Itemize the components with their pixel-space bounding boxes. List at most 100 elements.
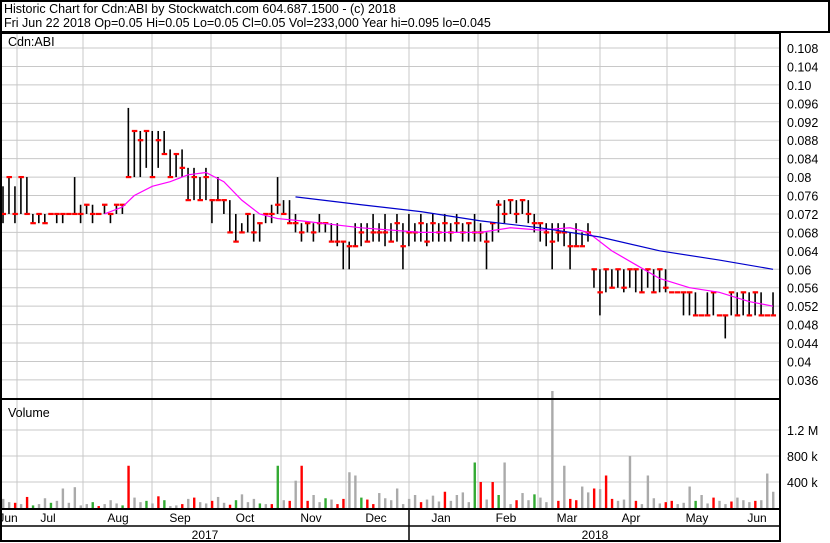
volume-bar xyxy=(246,502,250,508)
volume-bar xyxy=(43,498,47,508)
price-tick-label: 0.084 xyxy=(787,153,818,167)
volume-bar xyxy=(449,500,453,508)
volume-bar xyxy=(527,500,530,508)
volume-bar xyxy=(79,505,82,508)
volume-bar xyxy=(336,504,339,508)
volume-bar xyxy=(443,491,447,508)
price-tick-label: 0.064 xyxy=(787,245,818,259)
volume-bar xyxy=(91,502,94,508)
volume-bar xyxy=(61,488,65,508)
volume-bar xyxy=(736,497,739,508)
volume-bar xyxy=(646,475,650,508)
volume-bar xyxy=(175,505,178,508)
volume-bar xyxy=(198,502,202,508)
volume-bar xyxy=(318,502,321,508)
volume-bar xyxy=(276,465,279,508)
volume-bar xyxy=(497,495,500,508)
price-tick-label: 0.088 xyxy=(787,134,818,148)
volume-bar xyxy=(240,494,244,508)
stock-chart-page: Historic Chart for Cdn:ABI by Stockwatch… xyxy=(0,0,830,543)
volume-bar xyxy=(288,500,291,508)
volume-bar xyxy=(19,504,23,508)
volume-bar xyxy=(610,498,614,508)
volume-bar xyxy=(354,475,357,508)
volume-bar xyxy=(658,503,662,508)
volume-bar xyxy=(563,465,566,508)
volume-bar xyxy=(718,500,721,508)
price-tick-label: 0.044 xyxy=(787,337,818,351)
volume-bar xyxy=(85,504,88,508)
volume-bar xyxy=(461,492,465,508)
volume-bar xyxy=(551,391,554,508)
volume-bar xyxy=(216,496,220,508)
volume-bar xyxy=(157,496,160,508)
year-label: 2018 xyxy=(582,528,609,542)
volume-bar xyxy=(407,498,411,508)
volume-bar xyxy=(348,472,351,508)
volume-bar xyxy=(479,482,482,508)
volume-bar xyxy=(569,498,572,508)
volume-bar xyxy=(748,502,751,508)
volume-tick-label: 800 k xyxy=(787,450,818,464)
volume-bar xyxy=(264,504,268,508)
price-tick-label: 0.036 xyxy=(787,374,818,388)
volume-bar xyxy=(425,499,429,508)
month-label: Nov xyxy=(300,511,321,525)
volume-bar xyxy=(706,503,709,508)
volume-bar xyxy=(121,505,124,508)
volume-bar xyxy=(55,500,59,508)
price-tick-label: 0.048 xyxy=(787,319,818,333)
volume-bar xyxy=(772,491,775,508)
volume-bar xyxy=(760,500,763,508)
volume-bar xyxy=(766,473,769,508)
volume-bar xyxy=(187,498,190,508)
volume-bar xyxy=(730,501,733,508)
volume-bar xyxy=(509,504,512,508)
volume-bar xyxy=(151,503,154,508)
volume-bar xyxy=(282,500,285,508)
volume-bar xyxy=(503,462,506,508)
volume-bar xyxy=(598,489,602,508)
volume-bar xyxy=(676,504,679,508)
volume-bar xyxy=(437,501,441,508)
volume-bar xyxy=(210,500,214,508)
volume-bar xyxy=(539,497,542,508)
month-label: Aug xyxy=(107,511,128,525)
volume-bar xyxy=(103,504,106,508)
volume-bar xyxy=(592,488,596,508)
volume-bar xyxy=(586,492,590,508)
volume-bar xyxy=(258,503,262,508)
month-label: Jun xyxy=(0,511,18,525)
volume-bar xyxy=(378,493,381,508)
volume-bar xyxy=(306,500,309,508)
volume-bar xyxy=(533,494,536,508)
volume-bar xyxy=(575,500,578,508)
volume-bar xyxy=(634,500,638,508)
price-tick-label: 0.052 xyxy=(787,300,818,314)
volume-bar xyxy=(270,504,274,508)
volume-bar xyxy=(109,500,112,508)
stock-chart: Historic Chart for Cdn:ABI by Stockwatch… xyxy=(0,0,830,542)
volume-bar xyxy=(694,500,697,508)
price-tick-label: 0.092 xyxy=(787,116,818,130)
volume-bar xyxy=(67,502,71,508)
volume-bar xyxy=(330,499,333,508)
volume-bar xyxy=(688,486,691,508)
volume-bar xyxy=(300,465,303,508)
volume-bar xyxy=(31,505,35,508)
volume-bar xyxy=(13,502,17,508)
month-label: May xyxy=(686,511,709,525)
volume-bar xyxy=(252,498,256,508)
price-tick-label: 0.072 xyxy=(787,208,818,222)
volume-bar xyxy=(616,500,620,508)
month-label: Jul xyxy=(40,511,55,525)
month-label: Jun xyxy=(747,511,766,525)
price-tick-label: 0.068 xyxy=(787,226,818,240)
volume-bar xyxy=(395,488,399,508)
volume-bar xyxy=(724,504,727,508)
volume-bar xyxy=(169,506,172,508)
volume-bar xyxy=(652,498,656,508)
price-tick-label: 0.10 xyxy=(787,79,811,93)
volume-bar xyxy=(204,503,208,508)
volume-bar xyxy=(485,499,488,508)
